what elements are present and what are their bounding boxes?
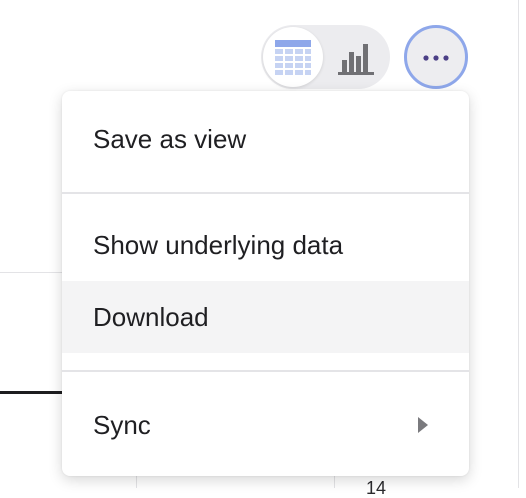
table-cell-border — [334, 474, 335, 488]
menu-item-label: Download — [93, 301, 209, 332]
caret-right-icon — [418, 417, 428, 433]
menu-item-show-underlying-data[interactable]: Show underlying data — [62, 209, 469, 281]
menu-item-label: Show underlying data — [93, 229, 344, 260]
chart-line — [0, 391, 62, 394]
table-icon — [275, 40, 311, 76]
menu-divider — [62, 192, 469, 194]
table-divider — [0, 272, 62, 273]
chart-view-button[interactable] — [327, 27, 387, 87]
options-menu: Save as view Show underlying data Downlo… — [62, 91, 469, 476]
menu-item-save-as-view[interactable]: Save as view — [62, 101, 469, 177]
menu-item-label: Sync — [93, 409, 151, 440]
more-options-button[interactable] — [404, 25, 468, 89]
menu-divider — [62, 370, 469, 372]
table-cell-border — [136, 474, 137, 488]
page-border — [518, 0, 519, 488]
table-cell-value: 14 — [366, 478, 387, 498]
menu-item-download[interactable]: Download — [62, 281, 469, 353]
table-view-button[interactable] — [263, 27, 323, 87]
menu-item-sync[interactable]: Sync — [62, 387, 469, 463]
more-horizontal-icon — [423, 55, 449, 61]
bar-chart-icon — [338, 44, 374, 75]
view-toggle — [261, 25, 390, 89]
menu-item-label: Save as view — [93, 123, 247, 154]
